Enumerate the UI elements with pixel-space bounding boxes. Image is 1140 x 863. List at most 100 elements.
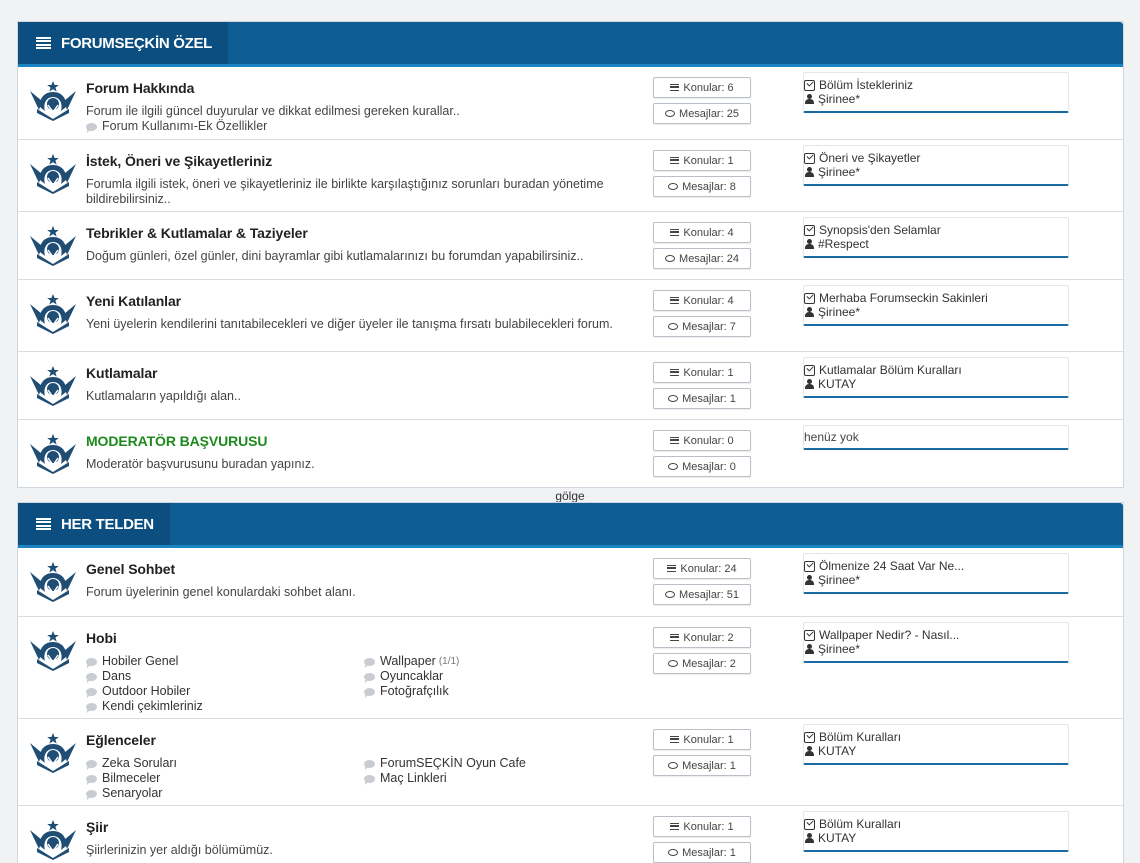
posts-count-button[interactable]: Mesajlar: 25 — [653, 103, 751, 124]
forum-title-link[interactable]: Şiir — [86, 819, 108, 835]
last-post-user[interactable]: Şirinee* — [804, 92, 1068, 106]
last-post-title[interactable]: Öneri ve Şikayetler — [804, 151, 1068, 165]
last-post-user[interactable]: Şirinee* — [804, 642, 1068, 656]
forum-row: Tebrikler & Kutlamalar & Taziyeler Doğum… — [18, 212, 1123, 280]
topics-count-button[interactable]: Konular: 1 — [653, 150, 751, 171]
last-post: Merhaba Forumseckin Sakinleri Şirinee* — [803, 285, 1069, 326]
category-header: FORUMSEÇKİN ÖZEL — [18, 22, 1123, 67]
category-title[interactable]: FORUMSEÇKİN ÖZEL — [18, 22, 229, 64]
subforum-link[interactable]: Zeka Soruları — [86, 756, 364, 771]
category-title-text[interactable]: FORUMSEÇKİN ÖZEL — [61, 35, 212, 52]
posts-count-button[interactable]: Mesajlar: 24 — [653, 248, 751, 269]
forum-title-link[interactable]: Eğlenceler — [86, 732, 156, 748]
posts-count-button[interactable]: Mesajlar: 1 — [653, 388, 751, 409]
user-icon — [804, 746, 814, 756]
last-post-title[interactable]: Bölüm Kuralları — [804, 817, 1068, 831]
subforum-link[interactable]: Fotoğrafçılık — [364, 684, 642, 699]
subforum-list: Hobiler Genel Dans Outdoor Hobiler Kendi… — [86, 654, 646, 714]
forum-title-link[interactable]: Tebrikler & Kutlamalar & Taziyeler — [86, 225, 308, 241]
topics-count-button[interactable]: Konular: 0 — [653, 430, 751, 451]
topics-count-button[interactable]: Konular: 1 — [653, 816, 751, 837]
last-post-title[interactable]: Bölüm İstekleriniz — [804, 78, 1068, 92]
last-post-user[interactable]: KUTAY — [804, 831, 1068, 845]
subforum-link[interactable]: Bilmeceler — [86, 771, 364, 786]
last-post-title[interactable]: Ölmenize 24 Saat Var Ne... — [804, 559, 1068, 573]
forum-title-link[interactable]: Kutlamalar — [86, 365, 157, 381]
last-post-user[interactable]: Şirinee* — [804, 305, 1068, 319]
posts-count-button[interactable]: Mesajlar: 1 — [653, 755, 751, 776]
topics-count-button[interactable]: Konular: 4 — [653, 222, 751, 243]
subforum-link[interactable]: Senaryolar — [86, 786, 364, 801]
list-icon — [670, 84, 680, 91]
last-post-user[interactable]: KUTAY — [804, 377, 1068, 391]
list-icon — [670, 437, 680, 444]
forum-title-link[interactable]: MODERATÖR BAŞVURUSU — [86, 433, 268, 449]
forum-row: Forum Hakkında Forum ile ilgili güncel d… — [18, 67, 1123, 140]
last-post: Kutlamalar Bölüm Kuralları KUTAY — [803, 357, 1069, 398]
forum-title-link[interactable]: Yeni Katılanlar — [86, 293, 181, 309]
posts-count-button[interactable]: Mesajlar: 2 — [653, 653, 751, 674]
subforum-list: Zeka Soruları Bilmeceler Senaryolar Foru… — [86, 756, 646, 801]
list-icon — [670, 229, 680, 236]
forum-title-link[interactable]: Hobi — [86, 630, 117, 646]
comment-icon — [86, 774, 97, 785]
forum-title-link[interactable]: Forum Hakkında — [86, 80, 194, 96]
check-square-icon — [804, 152, 815, 164]
subforum-link[interactable]: ForumSEÇKİN Oyun Cafe — [364, 756, 642, 771]
topics-count-button[interactable]: Konular: 6 — [653, 77, 751, 98]
comments-icon — [668, 849, 679, 856]
forum-title-link[interactable]: Genel Sohbet — [86, 561, 175, 577]
forum-title-link[interactable]: İstek, Öneri ve Şikayetleriniz — [86, 153, 272, 169]
forum-logo-icon — [28, 432, 78, 474]
posts-count-button[interactable]: Mesajlar: 0 — [653, 456, 751, 477]
last-post-user[interactable]: Şirinee* — [804, 573, 1068, 587]
last-post-title[interactable]: Kutlamalar Bölüm Kuralları — [804, 363, 1068, 377]
last-post-user[interactable]: Şirinee* — [804, 165, 1068, 179]
subforum-link[interactable]: Kendi çekimleriniz — [86, 699, 364, 714]
topics-count-button[interactable]: Konular: 2 — [653, 627, 751, 648]
category-title-text[interactable]: HER TELDEN — [61, 516, 154, 533]
topics-count-button[interactable]: Konular: 24 — [653, 558, 751, 579]
posts-count-button[interactable]: Mesajlar: 1 — [653, 842, 751, 863]
separator-label: gölge — [555, 489, 585, 503]
user-icon — [804, 307, 814, 317]
last-post-title[interactable]: Bölüm Kuralları — [804, 730, 1068, 744]
topics-count-button[interactable]: Konular: 1 — [653, 362, 751, 383]
subforum-link[interactable]: Forum Kullanımı-Ek Özellikler — [86, 119, 646, 134]
comment-icon — [364, 759, 375, 770]
subforum-link[interactable]: Outdoor Hobiler — [86, 684, 364, 699]
comments-icon — [665, 255, 676, 262]
list-icon — [670, 823, 680, 830]
forum-description: Forum ile ilgili güncel duyurular ve dik… — [86, 104, 646, 134]
forum-description: Moderatör başvurusunu buradan yapınız. — [86, 457, 315, 471]
subforum-link[interactable]: Maç Linkleri — [364, 771, 642, 786]
posts-count-button[interactable]: Mesajlar: 51 — [653, 584, 751, 605]
posts-count-button[interactable]: Mesajlar: 8 — [653, 176, 751, 197]
last-post: Ölmenize 24 Saat Var Ne... Şirinee* — [803, 553, 1069, 594]
subforum-link[interactable]: Wallpaper (1/1) — [364, 654, 642, 669]
comment-icon — [86, 122, 97, 133]
subforum-link[interactable]: Oyuncaklar — [364, 669, 642, 684]
forum-logo-icon — [28, 79, 78, 121]
last-post: Öneri ve Şikayetler Şirinee* — [803, 145, 1069, 186]
user-icon — [804, 239, 814, 249]
check-square-icon — [804, 364, 815, 376]
last-post: Bölüm İstekleriniz Şirinee* — [803, 72, 1069, 113]
subforum-link[interactable]: Dans — [86, 669, 364, 684]
last-post-user[interactable]: #Respect — [804, 237, 1068, 251]
last-post-title[interactable]: Synopsis'den Selamlar — [804, 223, 1068, 237]
last-post: Bölüm Kuralları KUTAY — [803, 811, 1069, 852]
category-title[interactable]: HER TELDEN — [18, 503, 170, 545]
topics-count-button[interactable]: Konular: 1 — [653, 729, 751, 750]
comment-icon — [364, 672, 375, 683]
comment-icon — [86, 789, 97, 800]
posts-count-button[interactable]: Mesajlar: 7 — [653, 316, 751, 337]
check-square-icon — [804, 818, 815, 830]
topics-count-button[interactable]: Konular: 4 — [653, 290, 751, 311]
subforum-link[interactable]: Hobiler Genel — [86, 654, 364, 669]
last-post-title[interactable]: Merhaba Forumseckin Sakinleri — [804, 291, 1068, 305]
comment-icon — [364, 657, 375, 668]
last-post-title[interactable]: Wallpaper Nedir? - Nasıl... — [804, 628, 1068, 642]
last-post-user[interactable]: KUTAY — [804, 744, 1068, 758]
list-icon — [670, 369, 680, 376]
